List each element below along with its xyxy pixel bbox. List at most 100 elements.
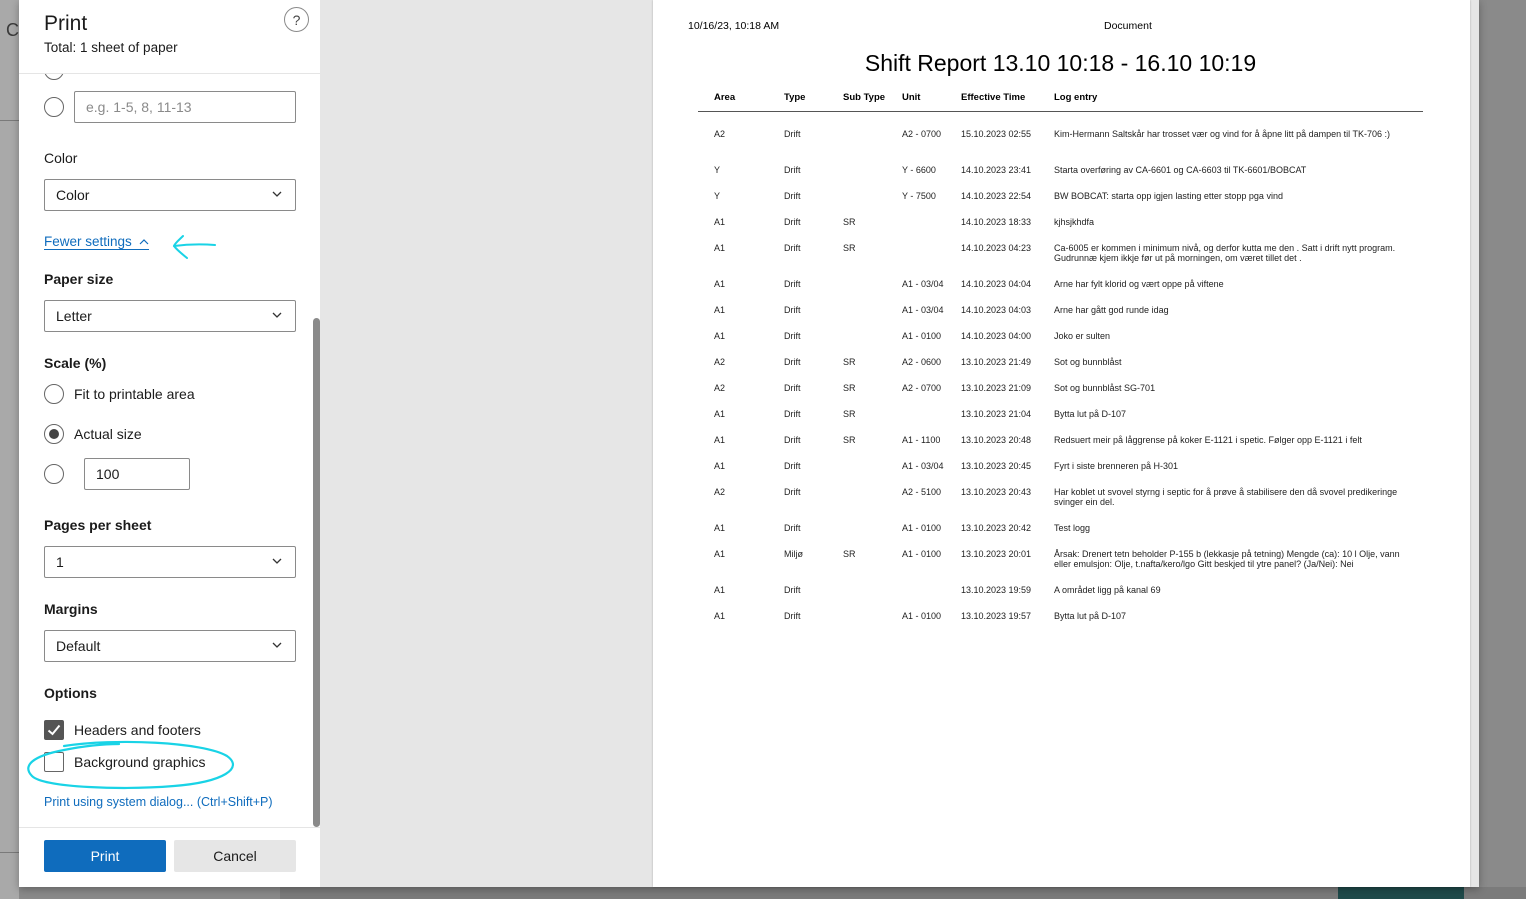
pages-all-radio[interactable] <box>44 74 64 80</box>
paper-size-select[interactable]: Letter <box>44 300 296 332</box>
cell-type: Drift <box>784 129 801 139</box>
column-header-type: Type <box>784 92 806 103</box>
headers-footers-label: Headers and footers <box>74 722 201 738</box>
cell-subtype: SR <box>843 383 856 393</box>
settings-scroll-region[interactable]: e.g. 1-5, 8, 11-13 Color Color Fewer set… <box>19 74 320 827</box>
cell-area: A1 <box>714 549 726 559</box>
pages-custom-radio[interactable] <box>44 97 64 117</box>
cell-effective-time: 13.10.2023 20:48 <box>961 435 1032 445</box>
cell-type: Drift <box>784 487 801 497</box>
scale-custom-input[interactable]: 100 <box>84 458 190 490</box>
cell-type: Drift <box>784 461 801 471</box>
paper-size-value: Letter <box>56 308 92 324</box>
fewer-settings-link[interactable]: Fewer settings <box>44 234 149 250</box>
cell-area: Y <box>714 165 721 175</box>
cell-type: Drift <box>784 611 801 621</box>
chevron-down-icon <box>272 312 282 318</box>
cell-unit: Y - 7500 <box>902 191 936 201</box>
print-dialog: Print Total: 1 sheet of paper ? e.g. 1-5… <box>19 0 1479 887</box>
footer-divider <box>19 827 320 828</box>
cell-log-entry: Joko er sulten <box>1054 331 1111 341</box>
cell-area: A2 <box>714 487 726 497</box>
settings-scrollbar[interactable] <box>313 318 320 827</box>
pages-custom-input[interactable]: e.g. 1-5, 8, 11-13 <box>74 91 296 123</box>
background-page-letter: C <box>6 20 19 40</box>
cell-type: Drift <box>784 305 801 315</box>
cell-type: Miljø <box>784 549 803 559</box>
system-dialog-link[interactable]: Print using system dialog... (Ctrl+Shift… <box>44 795 273 809</box>
cell-area: A2 <box>714 129 726 139</box>
cell-effective-time: 13.10.2023 20:01 <box>961 549 1032 559</box>
cell-effective-time: 13.10.2023 19:59 <box>961 585 1032 595</box>
checkmark-icon <box>47 724 61 736</box>
scale-fit-radio[interactable] <box>44 384 64 404</box>
options-label: Options <box>44 685 97 701</box>
pages-per-sheet-select[interactable]: 1 <box>44 546 296 578</box>
column-header-area: Area <box>714 92 736 103</box>
cell-unit: A1 - 0100 <box>902 523 942 533</box>
help-button[interactable]: ? <box>284 7 309 32</box>
cell-area: A1 <box>714 461 726 471</box>
print-settings-panel: Print Total: 1 sheet of paper ? e.g. 1-5… <box>19 0 320 887</box>
cancel-button[interactable]: Cancel <box>174 840 296 872</box>
color-select[interactable]: Color <box>44 179 296 211</box>
cell-area: A1 <box>714 409 726 419</box>
cell-log-entry: Har koblet ut svovel styrng i septic for… <box>1054 487 1398 507</box>
dialog-title: Print <box>44 12 88 35</box>
scale-label: Scale (%) <box>44 355 107 371</box>
cell-effective-time: 13.10.2023 21:04 <box>961 409 1032 419</box>
cell-log-entry: A området ligg på kanal 69 <box>1054 585 1161 595</box>
cell-log-entry: Ca-6005 er kommen i minimum nivå, og der… <box>1054 243 1396 263</box>
cell-unit: A1 - 0100 <box>902 549 942 559</box>
scale-actual-radio[interactable] <box>44 424 64 444</box>
cell-area: A1 <box>714 305 726 315</box>
cell-log-entry: Arne har fylt klorid og vært oppe på vif… <box>1054 279 1224 289</box>
print-preview-area[interactable]: 10/16/23, 10:18 AM Document Shift Report… <box>320 0 1479 887</box>
cell-type: Drift <box>784 217 801 227</box>
margins-select[interactable]: Default <box>44 630 296 662</box>
cell-log-entry: Starta overføring av CA-6601 og CA-6603 … <box>1054 165 1307 175</box>
cell-type: Drift <box>784 331 801 341</box>
headers-footers-checkbox[interactable] <box>44 720 64 740</box>
column-header-log-entry: Log entry <box>1054 92 1098 103</box>
cell-type: Drift <box>784 357 801 367</box>
background-graphics-checkbox[interactable] <box>44 752 64 772</box>
cell-type: Drift <box>784 435 801 445</box>
cell-area: A2 <box>714 383 726 393</box>
cell-effective-time: 13.10.2023 20:43 <box>961 487 1032 497</box>
scale-fit-label: Fit to printable area <box>74 386 195 402</box>
cell-type: Drift <box>784 191 801 201</box>
page-header-title: Document <box>1104 20 1152 32</box>
report-title: Shift Report 13.10 10:18 - 16.10 10:19 <box>864 50 1257 76</box>
cell-effective-time: 14.10.2023 04:23 <box>961 243 1032 253</box>
cell-log-entry: BW BOBCAT: starta opp igjen lasting ette… <box>1054 191 1283 201</box>
cell-effective-time: 14.10.2023 04:00 <box>961 331 1032 341</box>
cell-area: A1 <box>714 331 726 341</box>
chevron-up-icon <box>139 239 148 245</box>
cell-log-entry: kjhsjkhdfa <box>1054 217 1095 227</box>
cell-effective-time: 13.10.2023 21:09 <box>961 383 1032 393</box>
cell-log-entry: Test logg <box>1054 523 1091 533</box>
chevron-down-icon <box>272 558 282 564</box>
preview-page: 10/16/23, 10:18 AM Document Shift Report… <box>653 0 1470 887</box>
background-teal-button <box>1338 887 1464 899</box>
cell-log-entry: Fyrt i siste brenneren på H-301 <box>1054 461 1179 471</box>
margins-label: Margins <box>44 601 98 617</box>
cell-effective-time: 14.10.2023 04:03 <box>961 305 1032 315</box>
cell-area: Y <box>714 191 721 201</box>
column-header-effective-time: Effective Time <box>961 92 1026 103</box>
cell-unit: A1 - 03/04 <box>902 461 944 471</box>
cell-unit: A1 - 0100 <box>902 611 942 621</box>
cell-subtype: SR <box>843 409 856 419</box>
pages-per-sheet-label: Pages per sheet <box>44 517 152 533</box>
cell-area: A1 <box>714 611 726 621</box>
scale-custom-radio[interactable] <box>44 464 64 484</box>
scale-actual-label: Actual size <box>74 426 142 442</box>
page-header-date: 10/16/23, 10:18 AM <box>688 20 780 32</box>
cell-unit: A1 - 03/04 <box>902 305 944 315</box>
cell-subtype: SR <box>843 217 856 227</box>
cell-unit: A1 - 0100 <box>902 331 942 341</box>
cell-area: A1 <box>714 243 726 253</box>
print-button[interactable]: Print <box>44 840 166 872</box>
cell-area: A2 <box>714 357 726 367</box>
